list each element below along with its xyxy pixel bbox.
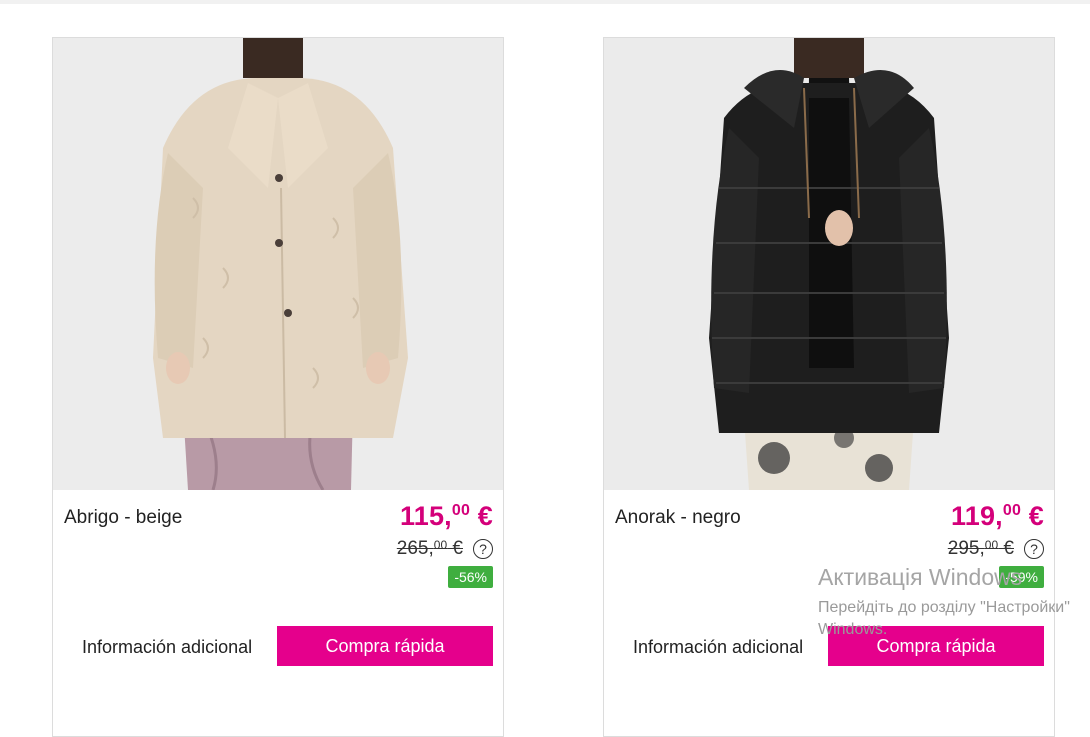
help-icon[interactable]: ? [473,539,493,559]
product-name[interactable]: Abrigo - beige [64,507,182,529]
top-divider [0,0,1090,4]
product-card: Anorak - negro 119,00 € 295,00 € ? -59% … [603,37,1055,737]
beige-fur-coat-photo [53,38,503,490]
black-puffer-anorak-photo [604,38,1054,490]
price-main: 119, [951,501,1003,531]
old-price-currency: € [447,538,463,559]
old-price-cents: 00 [433,538,448,552]
old-price: 295,00 € [948,538,1014,560]
product-image[interactable] [604,38,1054,490]
price-cents: 00 [451,502,471,519]
old-price-row: 265,00 € ? [397,538,493,560]
help-icon[interactable]: ? [1024,539,1044,559]
current-price: 115,00 € [400,501,493,532]
discount-badge: -59% [999,566,1044,588]
additional-info-link[interactable]: Información adicional [82,637,252,658]
old-price-main: 295, [947,538,985,559]
quick-buy-button[interactable]: Compra rápida [828,626,1044,666]
product-image[interactable] [53,38,503,490]
old-price-row: 295,00 € ? [948,538,1044,560]
additional-info-link[interactable]: Información adicional [633,637,803,658]
price-currency: € [470,501,493,531]
current-price: 119,00 € [951,501,1044,532]
price-cents: 00 [1002,502,1022,519]
old-price-cents: 00 [984,538,999,552]
old-price-main: 265, [396,538,434,559]
price-main: 115, [400,501,452,531]
discount-badge: -56% [448,566,493,588]
product-card: Abrigo - beige 115,00 € 265,00 € ? -56% … [52,37,504,737]
product-name[interactable]: Anorak - negro [615,507,741,529]
old-price-currency: € [998,538,1014,559]
old-price: 265,00 € [397,538,463,560]
quick-buy-button[interactable]: Compra rápida [277,626,493,666]
price-currency: € [1021,501,1044,531]
